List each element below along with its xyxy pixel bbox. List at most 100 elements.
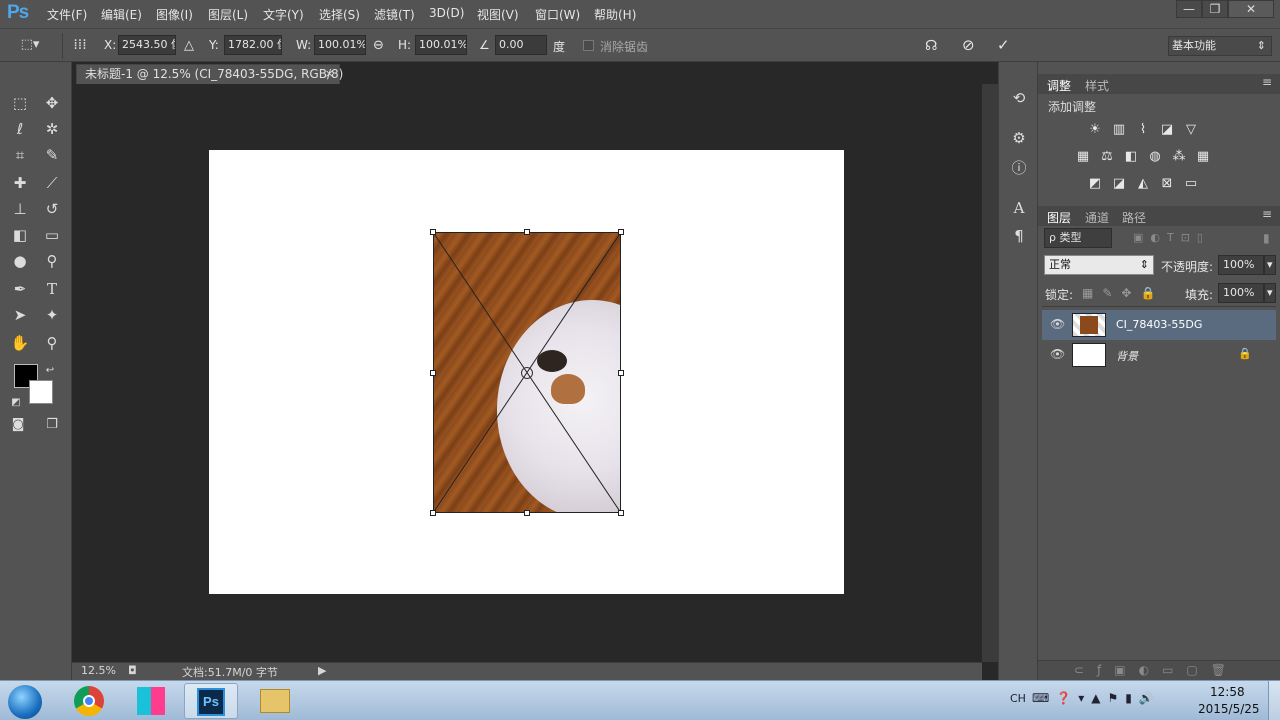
width-field[interactable]: 100.01% [314, 35, 366, 55]
clone-stamp-icon[interactable]: ⊥ [8, 198, 32, 220]
healing-brush-icon[interactable]: ✚ [8, 172, 32, 194]
transform-handle-top[interactable] [524, 229, 530, 235]
warp-mode-icon[interactable]: ☊ [925, 38, 937, 54]
clock-date[interactable]: 2015/5/25 [1198, 702, 1260, 716]
layer-filter-icons[interactable]: ▣◐T⊡▯ [1133, 231, 1210, 244]
panel-menu-icon[interactable]: ≡ [1262, 75, 1272, 89]
clock-time[interactable]: 12:58 [1210, 685, 1245, 699]
default-colors-icon[interactable]: ◩ [4, 392, 28, 414]
dodge-tool-icon[interactable]: ⚲ [40, 250, 64, 272]
tab-paths[interactable]: 路径 [1122, 209, 1146, 226]
gradient-map-icon[interactable]: ▭ [1182, 176, 1200, 192]
document-tab[interactable]: 未标题-1 @ 12.5% (CI_78403-55DG, RGB/8) × [76, 64, 343, 84]
history-brush-icon[interactable]: ↺ [40, 198, 64, 220]
app-taskbar-button[interactable] [124, 683, 178, 719]
gradient-tool-icon[interactable]: ▭ [40, 224, 64, 246]
link-icon[interactable]: ⊖ [373, 38, 384, 53]
swap-colors-icon[interactable]: ↩ [38, 360, 62, 382]
hand-tool-icon[interactable]: ✋ [8, 332, 32, 354]
channel-mixer-icon[interactable]: ⁂ [1170, 149, 1188, 165]
color-balance-icon[interactable]: ⚖ [1098, 149, 1116, 165]
exposure-icon[interactable]: ◪ [1158, 122, 1176, 138]
layer-action-icons[interactable]: ⊂ƒ▣◐▭▢🗑 [1074, 663, 1239, 677]
vibrance-icon[interactable]: ▽ [1182, 122, 1200, 138]
restore-button[interactable]: ❐ [1202, 0, 1228, 18]
commit-transform-icon[interactable]: ✓ [997, 36, 1010, 54]
zoom-tool-icon[interactable]: ⚲ [40, 332, 64, 354]
move-tool-icon[interactable]: ✥ [40, 92, 64, 114]
layer-name[interactable]: CI_78403-55DG [1116, 318, 1202, 331]
menu-window[interactable]: 窗口(W) [535, 6, 580, 23]
status-menu-icon[interactable]: ◘ [128, 664, 137, 677]
opacity-dropdown-icon[interactable]: ▾ [1264, 255, 1276, 275]
transform-tool-preset-icon[interactable]: ⬚▾ [18, 34, 42, 56]
transform-handle-bottom-left[interactable] [430, 510, 436, 516]
start-button-icon[interactable] [8, 685, 42, 719]
menu-image[interactable]: 图像(I) [156, 6, 193, 23]
menu-layer[interactable]: 图层(L) [208, 6, 248, 23]
color-lookup-icon[interactable]: ▦ [1194, 149, 1212, 165]
close-tab-icon[interactable]: × [325, 65, 334, 83]
properties-panel-icon[interactable]: ⚙ [1009, 128, 1029, 148]
eraser-icon[interactable]: ◧ [8, 224, 32, 246]
path-selection-icon[interactable]: ➤ [8, 304, 32, 326]
menu-edit[interactable]: 编辑(E) [101, 6, 142, 23]
quick-mask-icon[interactable]: ◙ [6, 414, 30, 436]
menu-file[interactable]: 文件(F) [47, 6, 87, 23]
tab-adjustments[interactable]: 调整 [1047, 77, 1071, 94]
transform-center-point[interactable] [521, 367, 533, 379]
menu-3d[interactable]: 3D(D) [429, 6, 464, 20]
selective-color-icon[interactable]: ⊠ [1158, 176, 1176, 192]
height-field[interactable]: 100.01% [415, 35, 467, 55]
screen-mode-icon[interactable]: ❐ [40, 414, 64, 436]
layer-name[interactable]: 背景 [1116, 348, 1138, 364]
history-panel-icon[interactable]: ⟲ [1009, 88, 1029, 108]
character-panel-icon[interactable]: A [1009, 198, 1029, 218]
delta-icon[interactable]: △ [184, 38, 194, 53]
pen-tool-icon[interactable]: ✒ [8, 278, 32, 300]
type-tool-icon[interactable]: T [40, 278, 64, 300]
background-color-swatch[interactable] [29, 380, 53, 404]
antialias-checkbox[interactable] [583, 40, 594, 51]
photo-filter-icon[interactable]: ◍ [1146, 149, 1164, 165]
reference-point-icon[interactable]: ⁞⁞⁞ [68, 34, 92, 56]
photoshop-taskbar-button[interactable]: Ps [184, 683, 238, 719]
layer-row-photo[interactable]: 👁 CI_78403-55DG [1042, 310, 1276, 340]
layer-filter-select[interactable]: ρ 类型 [1044, 228, 1112, 248]
info-panel-icon[interactable]: ⓘ [1009, 158, 1029, 178]
vertical-scrollbar[interactable] [982, 84, 998, 662]
crop-tool-icon[interactable]: ⌗ [8, 144, 32, 166]
threshold-icon[interactable]: ◭ [1134, 176, 1152, 192]
cancel-transform-icon[interactable]: ⊘ [962, 36, 975, 54]
posterize-icon[interactable]: ◪ [1110, 176, 1128, 192]
invert-icon[interactable]: ◩ [1086, 176, 1104, 192]
visibility-eye-icon[interactable]: 👁 [1050, 347, 1065, 361]
opacity-field[interactable]: 100% [1218, 255, 1264, 275]
status-arrow-icon[interactable]: ▶ [318, 664, 326, 677]
filter-toggle-icon[interactable]: ▮ [1263, 231, 1270, 245]
visibility-eye-icon[interactable]: 👁 [1050, 317, 1065, 331]
paragraph-panel-icon[interactable]: ¶ [1009, 226, 1029, 246]
x-field[interactable]: 2543.50 像 [118, 35, 176, 55]
show-desktop-button[interactable] [1268, 681, 1280, 720]
transform-handle-right[interactable] [618, 370, 624, 376]
transform-handle-left[interactable] [430, 370, 436, 376]
explorer-taskbar-button[interactable] [248, 683, 302, 719]
brightness-icon[interactable]: ☀ [1086, 122, 1104, 138]
menu-type[interactable]: 文字(Y) [263, 6, 304, 23]
angle-field[interactable]: 0.00 [495, 35, 547, 55]
tab-styles[interactable]: 样式 [1085, 77, 1109, 94]
layer-row-background[interactable]: 👁 背景 🔒 [1042, 340, 1276, 370]
menu-view[interactable]: 视图(V) [477, 6, 519, 23]
transform-handle-top-left[interactable] [430, 229, 436, 235]
magic-wand-icon[interactable]: ✲ [40, 118, 64, 140]
lock-option-icons[interactable]: ▦✎✥🔒 [1082, 286, 1164, 300]
levels-icon[interactable]: ▥ [1110, 122, 1128, 138]
lasso-tool-icon[interactable]: ℓ [8, 118, 32, 140]
y-field[interactable]: 1782.00 像 [224, 35, 282, 55]
chrome-taskbar-button[interactable] [62, 683, 116, 719]
minimize-button[interactable]: — [1176, 0, 1202, 18]
menu-filter[interactable]: 滤镜(T) [374, 6, 415, 23]
black-white-icon[interactable]: ◧ [1122, 149, 1140, 165]
shape-tool-icon[interactable]: ✦ [40, 304, 64, 326]
